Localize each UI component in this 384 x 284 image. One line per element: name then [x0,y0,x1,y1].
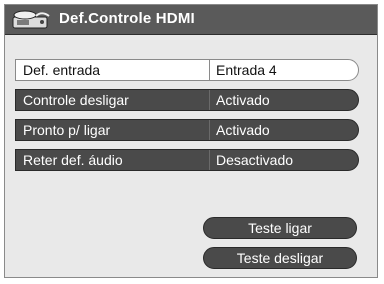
test-power-off-button[interactable]: Teste desligar [203,247,357,269]
setting-row-power-off-control[interactable]: Controle desligar Activado [15,89,359,111]
setting-label: Controle desligar [23,92,129,108]
row-divider [209,150,210,170]
row-divider [209,90,210,110]
row-divider [209,120,210,140]
setting-row-keep-audio[interactable]: Reter def. áudio Desactivado [15,149,359,171]
setting-value: Activado [216,92,270,108]
setting-value: Activado [216,122,270,138]
setting-label: Def. entrada [23,62,101,78]
hdmi-control-panel: Def.Controle HDMI Def. entrada Entrada 4… [4,4,378,278]
test-power-on-button[interactable]: Teste ligar [203,217,357,239]
setting-row-input[interactable]: Def. entrada Entrada 4 [15,59,359,81]
page-title: Def.Controle HDMI [59,10,195,27]
row-divider [209,60,210,80]
setting-value: Entrada 4 [216,62,277,78]
hdmi-device-icon [12,10,50,29]
setting-value: Desactivado [216,152,294,168]
setting-row-ready-to-power-on[interactable]: Pronto p/ ligar Activado [15,119,359,141]
setting-label: Pronto p/ ligar [23,122,111,138]
title-bar: Def.Controle HDMI [5,5,377,35]
setting-label: Reter def. áudio [23,152,123,168]
